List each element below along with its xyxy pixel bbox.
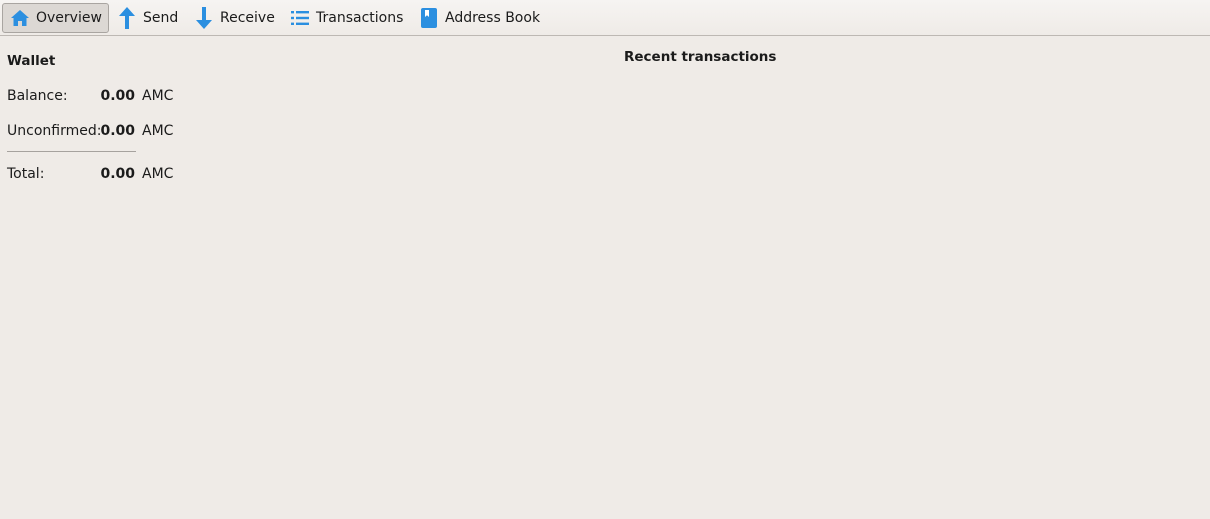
total-separator <box>7 151 136 152</box>
unconfirmed-label: Unconfirmed: <box>7 123 102 139</box>
recent-transactions-title: Recent transactions <box>624 49 777 65</box>
balance-label: Balance: <box>7 88 68 104</box>
list-icon <box>289 7 311 29</box>
arrow-up-icon <box>116 7 138 29</box>
total-label: Total: <box>7 166 45 182</box>
tab-address-book[interactable]: Address Book <box>418 3 546 33</box>
wallet-title: Wallet <box>7 53 56 69</box>
tab-overview[interactable]: Overview <box>2 3 109 33</box>
home-icon <box>9 7 31 29</box>
unconfirmed-value: 0.00 <box>100 123 135 139</box>
book-icon <box>418 7 440 29</box>
main-toolbar: Overview Send Receive Transactions Addre… <box>0 0 1210 36</box>
recent-transactions-list[interactable] <box>624 72 1204 512</box>
tab-receive-label: Receive <box>220 10 275 26</box>
arrow-down-icon <box>193 7 215 29</box>
tab-address-book-label: Address Book <box>445 10 541 26</box>
balance-unit: AMC <box>142 88 174 104</box>
tab-send-label: Send <box>143 10 179 26</box>
tab-receive[interactable]: Receive <box>193 3 278 33</box>
tab-transactions[interactable]: Transactions <box>289 3 407 33</box>
total-unit: AMC <box>142 166 174 182</box>
total-value: 0.00 <box>100 166 135 182</box>
tab-overview-label: Overview <box>36 10 102 26</box>
tab-send[interactable]: Send <box>116 3 182 33</box>
unconfirmed-unit: AMC <box>142 123 174 139</box>
balance-value: 0.00 <box>100 88 135 104</box>
tab-transactions-label: Transactions <box>316 10 404 26</box>
